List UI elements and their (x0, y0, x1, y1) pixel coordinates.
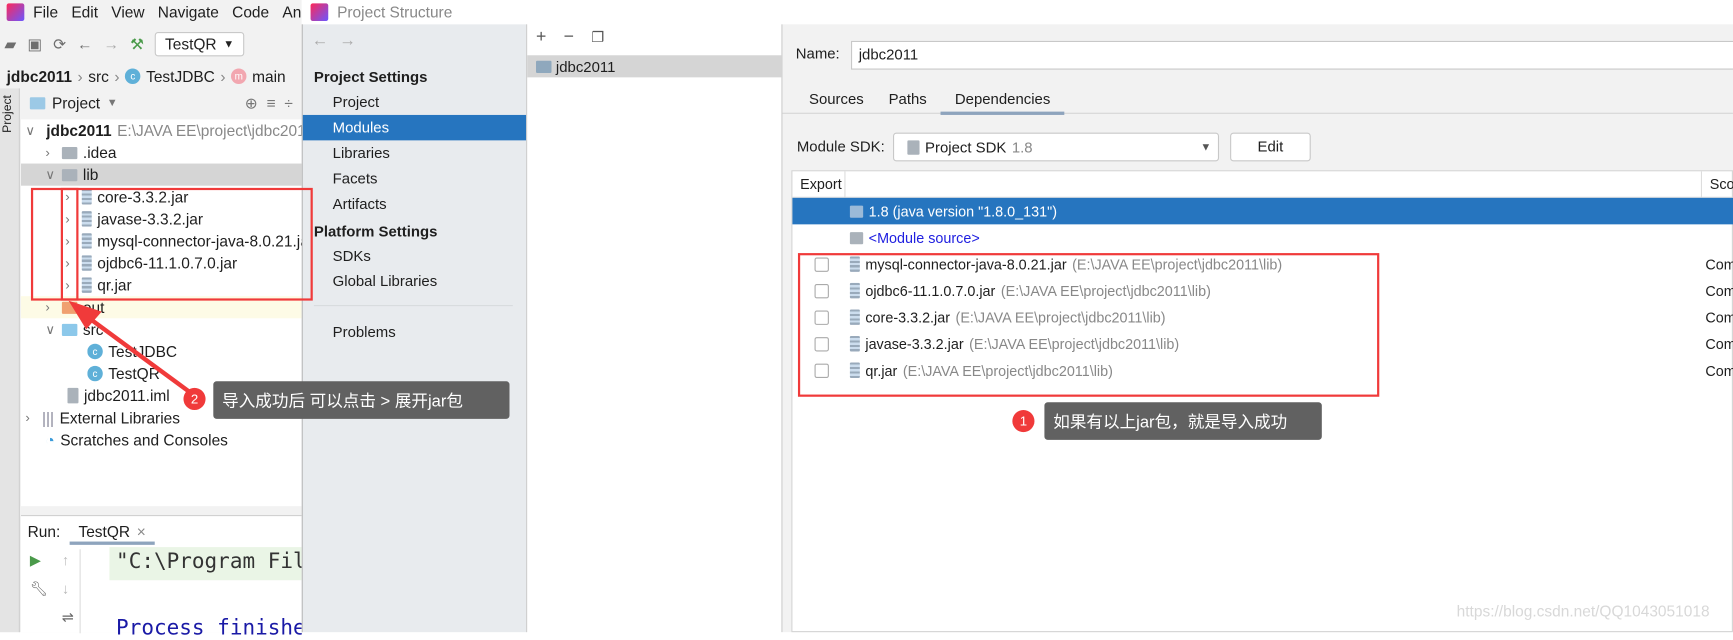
annotation-arrow (68, 300, 192, 395)
sidebar-item-sdks[interactable]: SDKs (303, 243, 527, 268)
tab-dependencies[interactable]: Dependencies (940, 91, 1065, 115)
module-list-panel: + − ❐ jdbc2011 (526, 24, 783, 633)
forward-icon[interactable]: → (339, 31, 356, 50)
run-icon[interactable]: ▶ (30, 551, 41, 569)
col-export[interactable]: Export (792, 170, 846, 198)
dependency-scope[interactable]: Com (1705, 362, 1733, 379)
run-panel: Run: TestQR × ▶ ↑ 🔧︎ ↓ ⇌ "C:\Program File… (20, 515, 302, 640)
sidebar-item-project[interactable]: Project (303, 90, 527, 115)
down-icon[interactable]: ↓ (62, 580, 69, 597)
settings-sidebar: ← → Project Settings Project Modules Lib… (301, 24, 528, 633)
sdk-icon (849, 205, 864, 218)
sidebar-item-artifacts[interactable]: Artifacts (303, 191, 527, 216)
annotation-badge: 1 (1012, 410, 1035, 433)
sdk-version: 1.8 (1011, 138, 1033, 156)
highlight-box (797, 253, 1380, 397)
module-icon (536, 60, 552, 73)
platform-settings-heading: Platform Settings (313, 223, 438, 240)
sidebar-item-global-libraries[interactable]: Global Libraries (303, 269, 527, 294)
chevron-down-icon: ▼ (1200, 140, 1212, 154)
col-scope[interactable]: Sco (1700, 170, 1733, 198)
tab-divider (782, 112, 1733, 114)
dialog-title-bar: Project Structure (301, 0, 1733, 25)
table-row-sdk[interactable]: 1.8 (java version "1.8.0_131") (792, 197, 1733, 225)
remove-icon[interactable]: − (564, 28, 574, 48)
soft-wrap-icon[interactable]: ⇌ (62, 609, 74, 627)
name-label: Name: (795, 45, 840, 62)
wrench-icon[interactable]: 🔧︎ (30, 580, 48, 598)
console-line: "C:\Program Files (109, 547, 302, 581)
annotation-tooltip: 导入成功后 可以点击 > 展开jar包 (213, 381, 510, 419)
module-sdk-select[interactable]: Project SDK 1.8 ▼ (893, 132, 1220, 162)
run-tab[interactable]: TestQR × (69, 518, 155, 545)
dependency-scope[interactable]: Com (1705, 256, 1733, 273)
sdk-row-label: 1.8 (java version "1.8.0_131") (868, 202, 1058, 220)
dependency-scope[interactable]: Com (1705, 282, 1733, 299)
run-toolbar: ▶ ↑ 🔧︎ ↓ ⇌ (21, 549, 81, 634)
run-tab-label: TestQR (78, 522, 131, 541)
sidebar-item-problems[interactable]: Problems (303, 319, 527, 344)
annotation-tooltip: 如果有以上jar包，就是导入成功 (1044, 402, 1322, 440)
dependency-scope[interactable]: Com (1705, 335, 1733, 352)
sidebar-item-facets[interactable]: Facets (303, 166, 527, 191)
sdk-icon (907, 139, 920, 155)
table-header: Export Sco (792, 170, 1733, 198)
dependencies-table: Export Sco 1.8 (java version "1.8.0_131"… (791, 170, 1733, 633)
tab-sources[interactable]: Sources (809, 91, 864, 108)
module-item-label: jdbc2011 (555, 58, 616, 75)
add-icon[interactable]: + (536, 28, 546, 48)
annotation-badge: 2 (183, 387, 206, 411)
name-input[interactable]: jdbc2011 (851, 40, 1733, 70)
module-sdk-label: Module SDK: (796, 138, 885, 155)
dependency-scope[interactable]: Com (1705, 309, 1733, 326)
divider (313, 305, 513, 307)
edit-button[interactable]: Edit (1230, 132, 1311, 162)
up-icon[interactable]: ↑ (62, 551, 69, 568)
sidebar-item-modules[interactable]: Modules (302, 114, 528, 141)
copy-icon[interactable]: ❐ (591, 29, 604, 47)
run-label: Run: (27, 522, 61, 541)
module-item[interactable]: jdbc2011 (527, 55, 782, 78)
sidebar-item-libraries[interactable]: Libraries (303, 140, 527, 165)
folder-icon (849, 231, 864, 244)
tab-paths[interactable]: Paths (889, 91, 927, 108)
sdk-value: Project SDK (925, 138, 1007, 156)
console-line: Process finished (116, 615, 302, 640)
module-source-label: <Module source> (868, 229, 980, 246)
dialog-title: Project Structure (337, 3, 453, 21)
close-icon[interactable]: × (137, 523, 146, 541)
watermark: https://blog.csdn.net/QQ1043051018 (1456, 602, 1710, 621)
table-row-module-source[interactable]: <Module source> (792, 224, 1733, 251)
